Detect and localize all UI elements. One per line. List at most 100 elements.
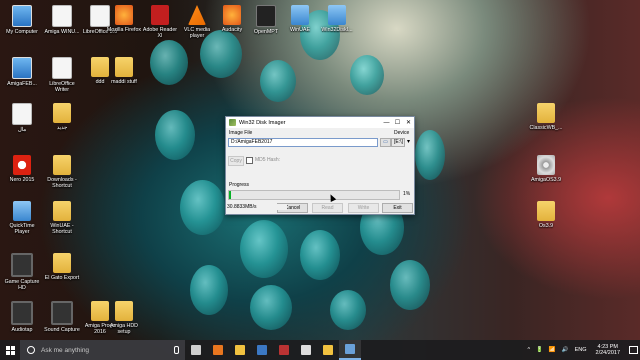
desktop-icon-label: maddi stuff bbox=[111, 79, 137, 85]
taskbar-app-button[interactable] bbox=[295, 340, 317, 360]
exit-button[interactable]: Exit bbox=[382, 203, 413, 213]
md5-checkbox[interactable] bbox=[246, 157, 253, 164]
folder-icon bbox=[53, 201, 71, 221]
device-select[interactable]: [E:\] bbox=[391, 138, 405, 147]
desktop-icon-label: Sound Capture bbox=[44, 327, 80, 333]
taskbar-app-button[interactable] bbox=[339, 340, 361, 360]
firefox-icon bbox=[115, 5, 133, 25]
win32diskimager-icon bbox=[345, 344, 355, 354]
search-icon bbox=[27, 346, 35, 354]
folder-icon bbox=[53, 253, 71, 273]
tray-chevron-icon[interactable]: ^ bbox=[527, 347, 530, 353]
file-explorer-icon bbox=[235, 345, 245, 355]
desktop-icon-label: Amiga WINU... bbox=[44, 29, 80, 35]
desktop-icon[interactable]: Os3.9 bbox=[526, 201, 566, 229]
battery-icon[interactable]: 🔋 bbox=[536, 347, 543, 353]
desktop-icon[interactable]: Audiotap bbox=[2, 301, 42, 333]
desktop-icon[interactable]: Mozilla Firefox bbox=[104, 5, 144, 33]
desktop-icon[interactable]: AmigaOS3.9 bbox=[526, 155, 566, 183]
desktop-icon-label: جديد bbox=[56, 125, 68, 131]
desktop-icon-label: QuickTime Player bbox=[9, 223, 35, 235]
desktop-icon[interactable]: El Gato Export bbox=[42, 253, 82, 281]
desktop-icon[interactable]: Downloads - Shortcut bbox=[42, 155, 82, 189]
network-icon[interactable]: 📶 bbox=[549, 347, 556, 353]
desktop-icon[interactable]: Sound Capture bbox=[42, 301, 82, 333]
clock[interactable]: 4:23 PM 2/24/2017 bbox=[596, 344, 620, 357]
desktop-icon[interactable]: مال bbox=[2, 103, 42, 133]
store-icon bbox=[257, 345, 267, 355]
window-title: Win32 Disk Imager bbox=[239, 119, 286, 126]
taskbar-app-button[interactable] bbox=[185, 340, 207, 360]
progress-fill bbox=[229, 191, 231, 199]
start-button[interactable] bbox=[0, 340, 20, 360]
desktop-icon[interactable]: maddi stuff bbox=[104, 57, 144, 85]
win32-disk-imager-window[interactable]: Win32 Disk Imager — ☐ ✕ Image File Devic… bbox=[225, 116, 415, 215]
desktop-icon[interactable]: Win32DiskI... bbox=[317, 5, 357, 33]
maximize-button[interactable]: ☐ bbox=[392, 119, 403, 126]
nero-icon bbox=[13, 155, 31, 175]
desktop-icon-label: Nero 2015 bbox=[9, 177, 35, 183]
audiotap-icon bbox=[11, 301, 33, 325]
taskbar-app-button[interactable] bbox=[317, 340, 339, 360]
desktop-icon-label: Win32DiskI... bbox=[321, 27, 353, 33]
app-icon bbox=[229, 119, 236, 126]
desktop-icon[interactable]: WinUAE bbox=[280, 5, 320, 33]
quicktime-icon bbox=[13, 201, 31, 221]
desktop-icon-label: LibreOffice Writer bbox=[49, 81, 75, 93]
desktop-icon[interactable]: VLC media player bbox=[177, 5, 217, 39]
status-speed: 30.8833MB/s bbox=[227, 204, 287, 210]
desktop-icon[interactable]: Adobe Reader XI bbox=[140, 5, 180, 39]
desktop-icon[interactable]: WinUAE - Shortcut bbox=[42, 201, 82, 235]
file-icon bbox=[12, 103, 32, 125]
close-button[interactable]: ✕ bbox=[403, 119, 414, 126]
vlc-icon bbox=[188, 5, 206, 25]
disc-icon bbox=[537, 155, 555, 175]
desktop-icon[interactable]: AmigaFEB... bbox=[2, 57, 42, 87]
dialog-body: Image File Device D:/AmigaFEB2017 ▭ [E:\… bbox=[226, 128, 414, 214]
system-tray: ^ 🔋 📶 🔊 ENG 4:23 PM 2/24/2017 bbox=[524, 340, 640, 360]
taskbar-app-button[interactable] bbox=[207, 340, 229, 360]
taskbar-app-button[interactable] bbox=[273, 340, 295, 360]
chevron-down-icon[interactable]: ▾ bbox=[407, 138, 410, 145]
browse-folder-icon[interactable]: ▭ bbox=[380, 138, 391, 147]
desktop-icon-label: Amiga HDD setup bbox=[110, 323, 138, 335]
winuae-icon bbox=[291, 5, 309, 25]
desktop-icon[interactable]: Amiga HDD setup bbox=[104, 301, 144, 335]
progress-percent: 1% bbox=[403, 191, 411, 197]
minimize-button[interactable]: — bbox=[381, 120, 392, 126]
desktop-icon[interactable]: My Computer bbox=[2, 5, 42, 35]
folder-icon bbox=[537, 201, 555, 221]
taskbar-apps bbox=[185, 340, 361, 360]
write-button[interactable]: Write bbox=[348, 203, 379, 213]
desktop-icon-label: Os3.9 bbox=[538, 223, 554, 229]
win32diskimager-icon bbox=[328, 5, 346, 25]
folder-icon bbox=[323, 345, 333, 355]
taskbar-app-button[interactable] bbox=[229, 340, 251, 360]
image-file-input[interactable]: D:/AmigaFEB2017 bbox=[228, 138, 378, 147]
copy-button[interactable]: Copy bbox=[228, 156, 244, 166]
md5-label: MD5 Hash: bbox=[255, 157, 281, 163]
sound-capture-icon bbox=[51, 301, 73, 325]
desktop-icon[interactable]: Nero 2015 bbox=[2, 155, 42, 183]
notification-center-icon[interactable] bbox=[626, 340, 640, 360]
microphone-icon[interactable] bbox=[174, 346, 179, 354]
desktop-icon[interactable]: QuickTime Player bbox=[2, 201, 42, 235]
language-indicator[interactable]: ENG bbox=[575, 347, 587, 353]
desktop-icon[interactable]: ClassicWB_... bbox=[526, 103, 566, 131]
desktop-icon[interactable]: LibreOffice Writer bbox=[42, 57, 82, 93]
folder-icon bbox=[53, 155, 71, 175]
title-bar[interactable]: Win32 Disk Imager — ☐ ✕ bbox=[226, 117, 414, 128]
desktop-icon-label: My Computer bbox=[6, 29, 38, 35]
desktop-icon-label: Audiotap bbox=[11, 327, 33, 333]
desktop-icon[interactable]: Amiga WINU... bbox=[42, 5, 82, 35]
desktop-icon[interactable]: Game Capture HD bbox=[2, 253, 42, 291]
firefox-icon bbox=[213, 345, 223, 355]
desktop-icon[interactable]: جديد bbox=[42, 103, 82, 131]
volume-icon[interactable]: 🔊 bbox=[562, 347, 569, 353]
search-box[interactable]: Ask me anything bbox=[20, 340, 185, 360]
desktop-icon-label: Game Capture HD bbox=[4, 279, 40, 291]
taskbar-app-button[interactable] bbox=[251, 340, 273, 360]
desktop-icon-label: AmigaFEB... bbox=[7, 81, 37, 87]
game-capture-icon bbox=[301, 345, 311, 355]
read-button[interactable]: Read bbox=[312, 203, 343, 213]
